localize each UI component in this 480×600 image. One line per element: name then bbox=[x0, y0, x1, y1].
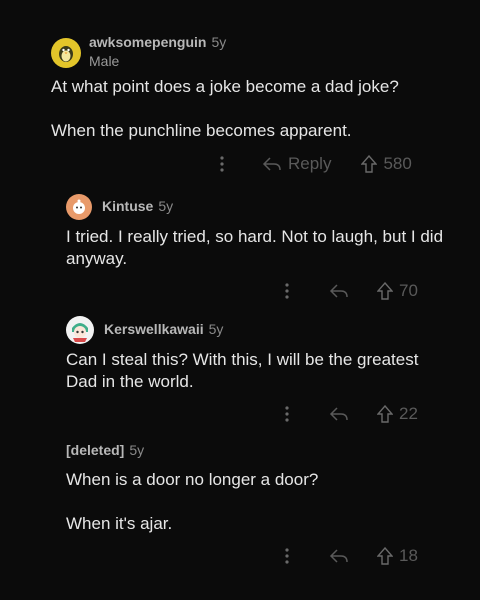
upvote-count: 70 bbox=[399, 281, 418, 300]
comment-body: I tried. I really tried, so hard. Not to… bbox=[66, 227, 444, 268]
user-flair: Male bbox=[89, 53, 120, 69]
upvote-count: 580 bbox=[383, 154, 412, 173]
avatar[interactable] bbox=[66, 316, 94, 344]
author-name[interactable]: awksomepenguin bbox=[89, 34, 206, 50]
upvote-count: 22 bbox=[399, 404, 418, 423]
upvote-button[interactable]: 18 bbox=[377, 546, 418, 566]
comment-actions: Reply 580 bbox=[220, 154, 412, 174]
comment-actions: 70 bbox=[285, 281, 418, 301]
comment-body: Can I steal this? With this, I will be t… bbox=[66, 350, 419, 391]
comment-body: When is a door no longer a door? When it… bbox=[66, 470, 319, 533]
author-name[interactable]: Kerswellkawaii bbox=[104, 321, 204, 337]
reply-button[interactable] bbox=[329, 406, 349, 422]
comment-age: 5y bbox=[158, 198, 174, 214]
upvote-arrow-icon bbox=[377, 282, 393, 300]
anime-avatar-icon bbox=[72, 323, 88, 342]
penguin-avatar-icon bbox=[59, 45, 73, 62]
snoo-avatar-icon bbox=[73, 199, 85, 214]
comment-body: At what point does a joke become a dad j… bbox=[51, 77, 399, 140]
more-options-icon[interactable] bbox=[220, 156, 234, 172]
comment-actions: 18 bbox=[285, 546, 418, 566]
upvote-arrow-icon bbox=[377, 547, 393, 565]
reply-arrow-icon bbox=[329, 284, 348, 298]
comment-age: 5y bbox=[208, 321, 224, 337]
upvote-button[interactable]: 22 bbox=[377, 404, 418, 424]
reply-button[interactable] bbox=[329, 283, 349, 299]
comment-actions: 22 bbox=[285, 404, 418, 424]
reply-arrow-icon bbox=[262, 157, 281, 171]
reply-arrow-icon bbox=[329, 549, 348, 563]
upvote-button[interactable]: 580 bbox=[361, 154, 412, 174]
upvote-button[interactable]: 70 bbox=[377, 281, 418, 301]
more-options-icon[interactable] bbox=[285, 406, 299, 422]
more-options-icon[interactable] bbox=[285, 548, 299, 564]
comment-age: 5y bbox=[129, 442, 145, 458]
avatar[interactable] bbox=[51, 37, 81, 68]
author-name[interactable]: Kintuse bbox=[102, 198, 153, 214]
reply-button[interactable] bbox=[329, 548, 349, 564]
upvote-count: 18 bbox=[399, 546, 418, 565]
more-options-icon[interactable] bbox=[285, 283, 299, 299]
reply-button[interactable]: Reply bbox=[262, 154, 331, 174]
reply-arrow-icon bbox=[329, 407, 348, 421]
comment-age: 5y bbox=[211, 34, 227, 50]
upvote-arrow-icon bbox=[377, 405, 393, 423]
upvote-arrow-icon bbox=[361, 155, 378, 173]
avatar[interactable] bbox=[66, 194, 92, 220]
author-name: [deleted] bbox=[66, 442, 125, 458]
